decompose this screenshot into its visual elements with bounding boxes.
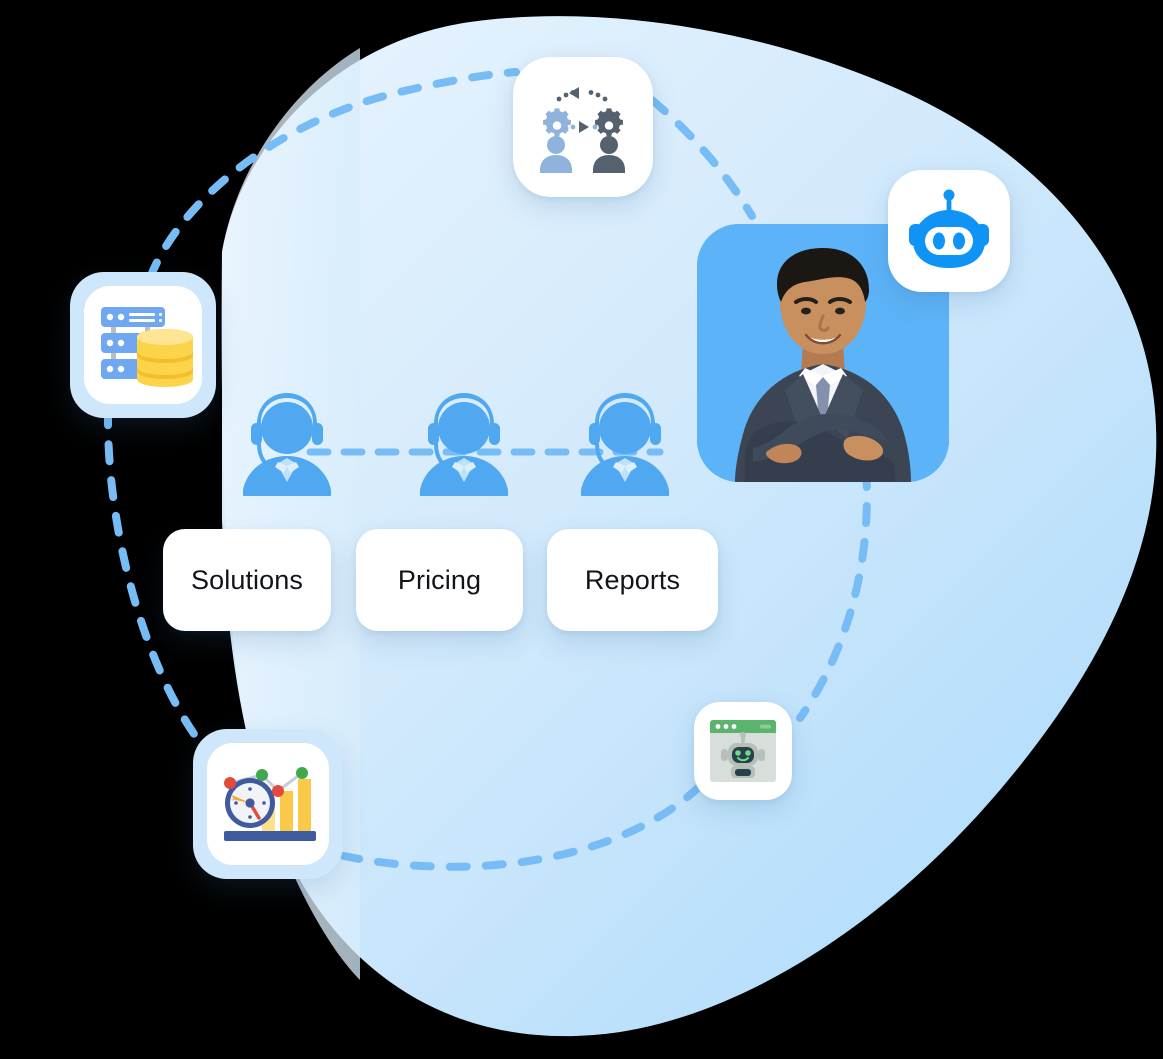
label-card-reports-text: Reports (584, 564, 681, 595)
connector-workflow-to-portrait (648, 96, 756, 220)
label-card-solutions-text: Solutions (191, 564, 303, 595)
robot-head-icon (909, 189, 989, 268)
connector-database-to-workflow (146, 68, 520, 282)
analytics-clock-chart-icon (224, 767, 316, 841)
workflow-automation-card[interactable] (513, 57, 653, 197)
label-card-pricing[interactable]: Pricing (356, 529, 523, 631)
analytics-card[interactable] (193, 729, 343, 879)
workflow-gears-people-icon (540, 87, 625, 173)
label-card-pricing-text: Pricing (397, 564, 482, 595)
label-card-reports[interactable]: Reports (547, 529, 718, 631)
database-card[interactable] (70, 272, 216, 418)
illustration-stage: Solutions Pricing Reports (0, 0, 1163, 1059)
connector-portrait-to-chatbot (796, 466, 871, 722)
support-agent-silhouette-3 (573, 378, 677, 496)
chatbot-browser-card[interactable] (694, 702, 792, 800)
robot-assistant-card[interactable] (888, 170, 1010, 292)
connector-chatbot-to-analytics (340, 782, 704, 871)
support-agent-silhouette-1 (235, 378, 339, 496)
support-agent-silhouette-2 (412, 378, 516, 496)
database-server-icon (101, 307, 193, 387)
chatbot-window-icon (710, 720, 776, 782)
label-card-solutions[interactable]: Solutions (163, 529, 331, 631)
